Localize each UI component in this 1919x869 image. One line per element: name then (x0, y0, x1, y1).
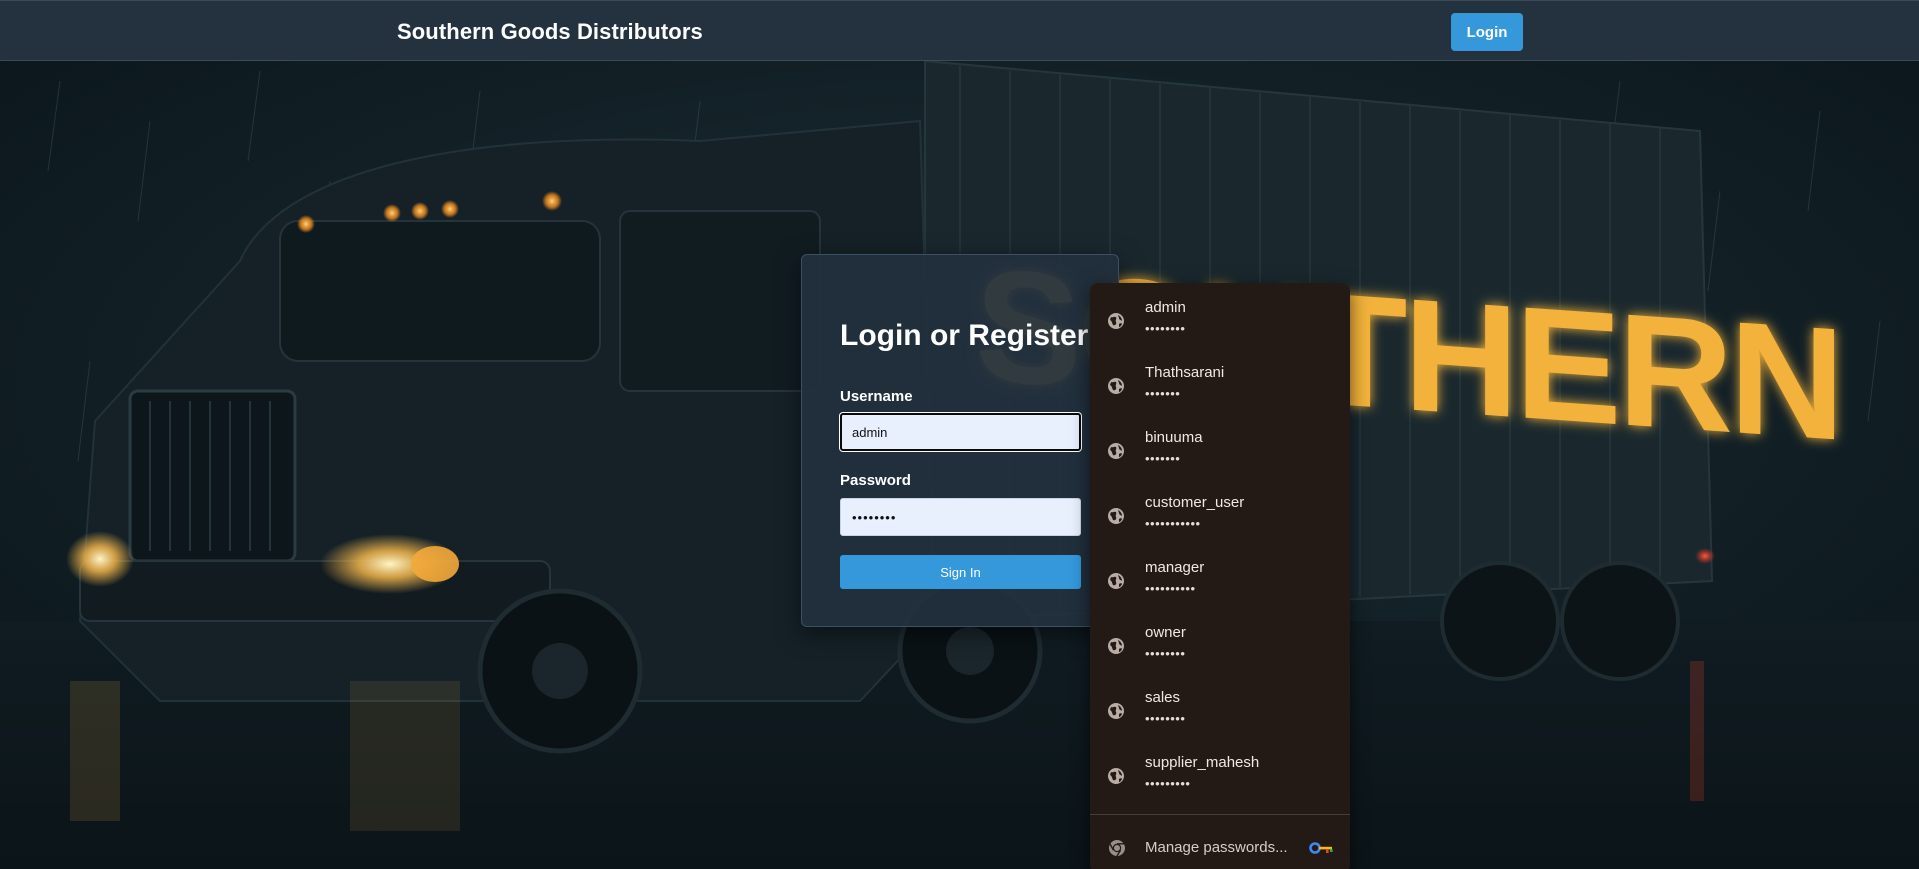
autofill-username: Thathsarani (1145, 364, 1225, 381)
autofill-username: customer_user (1145, 494, 1245, 511)
globe-icon (1108, 638, 1124, 654)
top-navbar: Southern Goods Distributors Login (0, 0, 1919, 61)
autofill-masked-password: •••••••• (1145, 646, 1186, 661)
username-input[interactable] (840, 413, 1081, 451)
autofill-username: owner (1145, 624, 1186, 641)
brand-title[interactable]: Southern Goods Distributors (397, 19, 703, 45)
autofill-item[interactable]: owner •••••••• (1090, 608, 1350, 673)
username-label: Username (840, 388, 913, 405)
manage-passwords-item[interactable]: Manage passwords... (1090, 815, 1350, 869)
chrome-icon (1109, 840, 1125, 857)
globe-icon (1108, 378, 1124, 394)
autofill-item[interactable]: customer_user ••••••••••• (1090, 478, 1350, 543)
autofill-item[interactable]: sales •••••••• (1090, 673, 1350, 738)
globe-icon (1108, 768, 1124, 784)
autofill-username: admin (1145, 299, 1186, 316)
autofill-masked-password: ••••••• (1145, 451, 1181, 466)
autofill-masked-password: •••••••• (1145, 711, 1186, 726)
nav-login-button[interactable]: Login (1451, 13, 1523, 51)
autofill-item[interactable]: admin •••••••• (1090, 283, 1350, 348)
autofill-item[interactable]: binuuma ••••••• (1090, 413, 1350, 478)
autofill-masked-password: ••••••••• (1145, 776, 1191, 791)
autofill-username: sales (1145, 689, 1181, 706)
autofill-username: binuuma (1145, 429, 1203, 446)
login-page: SOUTHERN DS (0, 0, 1919, 869)
password-autofill-dropdown: admin •••••••• Thathsarani ••••••• binuu… (1090, 283, 1350, 869)
autofill-masked-password: ••••••••••• (1145, 516, 1201, 531)
autofill-item[interactable]: manager •••••••••• (1090, 543, 1350, 608)
autofill-item[interactable]: Thathsarani ••••••• (1090, 348, 1350, 413)
login-title: Login or Register (840, 319, 1089, 352)
autofill-username: manager (1145, 559, 1205, 576)
autofill-username: supplier_mahesh (1145, 754, 1260, 771)
password-input[interactable] (840, 498, 1081, 536)
globe-icon (1108, 703, 1124, 719)
login-card: Login or Register Username Password Sign… (801, 254, 1119, 627)
autofill-item[interactable]: supplier_mahesh ••••••••• (1090, 738, 1350, 803)
globe-icon (1108, 443, 1124, 459)
google-key-icon (1309, 842, 1333, 854)
autofill-masked-password: ••••••• (1145, 386, 1181, 401)
autofill-masked-password: •••••••••• (1145, 581, 1196, 596)
sign-in-button[interactable]: Sign In (840, 555, 1081, 589)
globe-icon (1108, 573, 1124, 589)
globe-icon (1108, 508, 1124, 524)
manage-passwords-label: Manage passwords... (1145, 839, 1288, 856)
autofill-masked-password: •••••••• (1145, 321, 1186, 336)
globe-icon (1108, 313, 1124, 329)
password-label: Password (840, 472, 911, 489)
